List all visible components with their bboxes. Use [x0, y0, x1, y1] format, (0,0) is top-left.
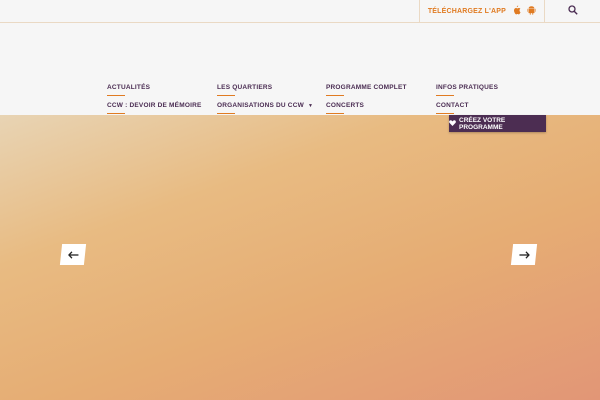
nav-underline — [107, 95, 125, 96]
nav-label: ACTUALITÉS — [107, 84, 151, 91]
nav-item-organisations[interactable]: ORGANISATIONS DU CCW ▼ — [217, 102, 314, 114]
slider-next-button[interactable] — [510, 244, 538, 265]
android-icon[interactable] — [527, 2, 536, 20]
apple-icon[interactable] — [512, 2, 521, 20]
nav-underline — [107, 113, 125, 114]
nav-label: CONCERTS — [326, 102, 365, 109]
nav-item-concerts[interactable]: CONCERTS — [326, 102, 365, 114]
nav-item-les-quartiers[interactable]: LES QUARTIERS — [217, 84, 273, 96]
nav-underline — [217, 113, 235, 114]
create-program-button[interactable]: CRÉEZ VOTRE PROGRAMME — [449, 115, 546, 132]
search-button[interactable] — [545, 0, 600, 22]
nav-item-devoir-de-memoire[interactable]: CCW : DEVOIR DE MÉMOIRE — [107, 102, 202, 114]
nav-underline — [436, 113, 454, 114]
nav-item-programme-complet[interactable]: PROGRAMME COMPLET — [326, 84, 407, 96]
app-download-link[interactable]: TÉLÉCHARGEZ L'APP — [418, 0, 545, 22]
nav-underline — [217, 95, 235, 96]
nav-label: CONTACT — [436, 102, 469, 109]
slider-prev-button[interactable] — [59, 244, 87, 265]
top-divider — [0, 22, 600, 23]
site-header: TÉLÉCHARGEZ L'APP ACTUALITÉS LES QUARTIE… — [0, 0, 600, 115]
nav-underline — [436, 95, 454, 96]
nav-label: CCW : DEVOIR DE MÉMOIRE — [107, 102, 202, 109]
create-program-label: CRÉEZ VOTRE PROGRAMME — [459, 116, 506, 131]
site-logo[interactable] — [48, 30, 118, 68]
nav-underline — [326, 113, 344, 114]
nav-item-infos-pratiques[interactable]: INFOS PRATIQUES — [436, 84, 499, 96]
nav-label: PROGRAMME COMPLET — [326, 84, 407, 91]
nav-item-actualites[interactable]: ACTUALITÉS — [107, 84, 151, 96]
nav-label: ORGANISATIONS DU CCW — [217, 102, 304, 109]
nav-item-contact[interactable]: CONTACT — [436, 102, 469, 114]
nav-underline — [326, 95, 344, 96]
nav-label: LES QUARTIERS — [217, 84, 273, 91]
caret-down-icon: ▼ — [307, 103, 314, 109]
app-download-label: TÉLÉCHARGEZ L'APP — [427, 7, 506, 15]
heart-icon — [449, 119, 456, 128]
arrow-left-icon — [67, 246, 80, 264]
arrow-right-icon — [518, 246, 531, 264]
nav-label: INFOS PRATIQUES — [436, 84, 499, 91]
search-icon — [567, 2, 578, 20]
hero-slider — [0, 115, 600, 400]
top-bar: TÉLÉCHARGEZ L'APP — [0, 0, 600, 22]
